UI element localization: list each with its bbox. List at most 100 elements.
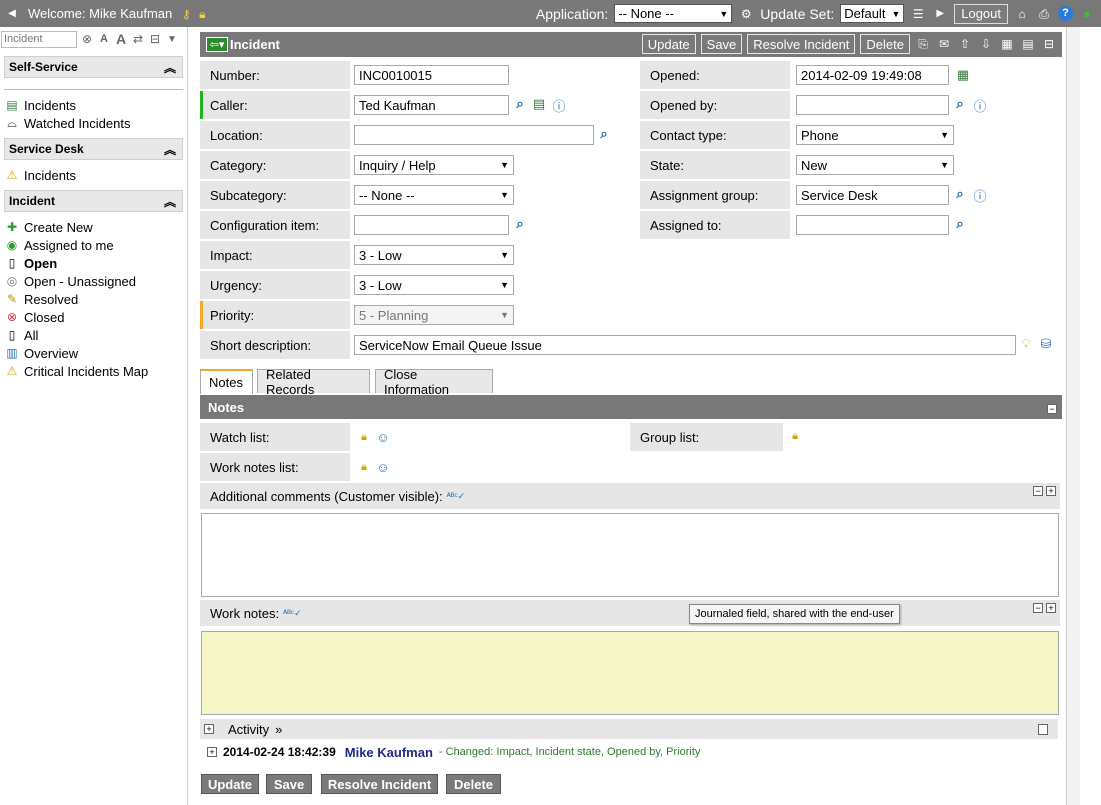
opened-field[interactable]: 2014-02-09 19:49:08 — [796, 65, 949, 85]
opened-by-info-icon[interactable]: ⓘ — [972, 97, 988, 114]
impersonate-key-icon[interactable]: ⚷ — [178, 6, 194, 22]
collapse-all-icon[interactable]: ⊟ — [148, 32, 162, 46]
print-icon[interactable]: ⎙ — [1036, 6, 1052, 22]
nav-item-service-desk-incidents[interactable]: ⚠ Incidents — [0, 166, 187, 184]
activity-more-icon[interactable]: » — [275, 722, 282, 737]
work-notes-expand-icon[interactable]: + — [1046, 603, 1056, 613]
arrow-up-icon[interactable]: ⇧ — [957, 36, 973, 52]
nav-item-open[interactable]: ▯ Open — [0, 254, 187, 272]
spellcheck-icon[interactable]: ᴬᴮᶜ✓ — [283, 608, 302, 619]
assigned-to-field[interactable] — [796, 215, 949, 235]
nav-filter-input[interactable]: Incident — [1, 30, 77, 48]
collapse-chevron-icon[interactable]: ︽ — [164, 193, 176, 210]
bottom-save-button[interactable]: Save — [266, 774, 312, 794]
collapse-chevron-icon[interactable]: ︽ — [164, 59, 176, 76]
bottom-delete-button[interactable]: Delete — [446, 774, 501, 794]
assignment-group-info-icon[interactable]: ⓘ — [972, 187, 988, 204]
logout-button[interactable]: Logout — [954, 3, 1008, 24]
additional-comments-textarea[interactable] — [201, 513, 1059, 597]
priority-select[interactable]: 5 - Planning ▼ — [354, 305, 514, 325]
refresh-icon[interactable]: ⇄ — [131, 32, 145, 46]
update-set-list-icon[interactable]: ☰ — [910, 6, 926, 22]
caller-info-icon[interactable]: ⓘ — [551, 97, 567, 114]
location-field[interactable] — [354, 125, 594, 145]
comments-shrink-icon[interactable]: − — [1033, 486, 1043, 496]
save-button[interactable]: Save — [700, 34, 743, 54]
activity-expand-icon[interactable]: + — [204, 724, 214, 734]
font-small-icon[interactable]: A — [97, 33, 111, 45]
suggestion-bulb-icon[interactable]: 💡︎ — [1018, 336, 1034, 352]
knowledge-search-icon[interactable]: ⛁ — [1038, 336, 1054, 352]
assignment-group-field[interactable]: Service Desk — [796, 185, 949, 205]
nav-section-service-desk[interactable]: Service Desk ︽ — [4, 138, 183, 160]
nav-section-self-service[interactable]: Self-Service ︽ — [4, 56, 183, 78]
watch-list-lock-icon[interactable]: 🔒︎ — [356, 429, 372, 445]
play-icon[interactable]: ▶ — [932, 6, 948, 22]
nav-item-open-unassigned[interactable]: ◎ Open - Unassigned — [0, 272, 187, 290]
back-arrow-icon[interactable]: ⇦▾ — [206, 37, 228, 52]
assignment-group-search-icon[interactable]: ⌕ — [952, 186, 968, 202]
application-settings-icon[interactable]: ⚙ — [738, 6, 754, 22]
calendar-icon[interactable]: ▦ — [999, 36, 1015, 52]
bottom-resolve-incident-button[interactable]: Resolve Incident — [321, 774, 438, 794]
impact-select[interactable]: 3 - Low ▼ — [354, 245, 514, 265]
group-list-lock-icon[interactable]: 🔒︎ — [787, 428, 803, 444]
update-set-select[interactable]: Default ▼ — [840, 4, 905, 23]
subcategory-select[interactable]: -- None -- ▼ — [354, 185, 514, 205]
nav-item-critical-incidents-map[interactable]: ⚠ Critical Incidents Map — [0, 362, 187, 380]
work-notes-textarea[interactable] — [201, 631, 1059, 715]
resolve-incident-button[interactable]: Resolve Incident — [747, 34, 856, 54]
category-select[interactable]: Inquiry / Help ▼ — [354, 155, 514, 175]
activity-entry-expand-icon[interactable]: + — [207, 747, 217, 757]
status-icon[interactable]: ● — [1079, 6, 1095, 22]
configuration-item-field[interactable] — [354, 215, 509, 235]
assigned-to-search-icon[interactable]: ⌕ — [952, 216, 968, 232]
collapse-icon[interactable]: ⊟ — [1041, 36, 1057, 52]
tab-related-records[interactable]: Related Records — [257, 367, 370, 397]
collapse-chevron-icon[interactable]: ︽ — [164, 141, 176, 158]
nav-item-resolved[interactable]: ✎ Resolved — [0, 290, 187, 308]
caller-field[interactable]: Ted Kaufman — [354, 95, 509, 115]
nav-item-overview[interactable]: ▥ Overview — [0, 344, 187, 362]
vertical-scrollbar[interactable] — [1066, 27, 1080, 805]
work-notes-shrink-icon[interactable]: − — [1033, 603, 1043, 613]
nav-item-closed[interactable]: ⊗ Closed — [0, 308, 187, 326]
contact-type-select[interactable]: Phone ▼ — [796, 125, 954, 145]
tab-notes[interactable]: Notes — [200, 369, 253, 394]
home-icon[interactable]: ⌂ — [1014, 6, 1030, 22]
clear-filter-icon[interactable]: ⊗ — [80, 32, 94, 46]
delete-button[interactable]: Delete — [860, 34, 910, 54]
nav-item-incidents[interactable]: ▤ Incidents — [0, 96, 187, 114]
help-icon[interactable]: ? — [1058, 6, 1073, 21]
bottom-update-button[interactable]: Update — [201, 774, 259, 794]
urgency-select[interactable]: 3 - Low ▼ — [354, 275, 514, 295]
lock-icon[interactable]: 🔒︎ — [194, 6, 210, 22]
application-select[interactable]: -- None -- ▼ — [614, 4, 733, 23]
font-large-icon[interactable]: A — [114, 31, 128, 47]
opened-by-search-icon[interactable]: ⌕ — [952, 96, 968, 112]
nav-item-watched-incidents[interactable]: ⌓ Watched Incidents — [0, 114, 187, 132]
arrow-down-icon[interactable]: ⇩ — [978, 36, 994, 52]
layout-icon[interactable]: ▤ — [1020, 36, 1036, 52]
spellcheck-icon[interactable]: ᴬᴮᶜ✓ — [447, 491, 466, 502]
email-icon[interactable]: ✉ — [936, 36, 952, 52]
collapse-nav-icon[interactable]: ◀ — [4, 6, 20, 22]
nav-item-all[interactable]: ▯ All — [0, 326, 187, 344]
nav-item-create-new[interactable]: ✚ Create New — [0, 218, 187, 236]
attachment-icon[interactable]: ⎘ — [915, 36, 931, 52]
state-select[interactable]: New ▼ — [796, 155, 954, 175]
location-search-icon[interactable]: ⌕ — [596, 126, 612, 142]
comments-expand-icon[interactable]: + — [1046, 486, 1056, 496]
work-notes-list-add-me-icon[interactable]: ☺ — [375, 459, 391, 475]
update-button[interactable]: Update — [641, 34, 696, 54]
configuration-item-search-icon[interactable]: ⌕ — [512, 216, 528, 232]
opened-by-field[interactable] — [796, 95, 949, 115]
work-notes-list-lock-icon[interactable]: 🔒︎ — [356, 459, 372, 475]
number-field[interactable]: INC0010015 — [354, 65, 509, 85]
activity-window-icon[interactable] — [1038, 724, 1048, 735]
nav-section-incident[interactable]: Incident ︽ — [4, 190, 183, 212]
short-description-field[interactable]: ServiceNow Email Queue Issue — [354, 335, 1016, 355]
nav-item-assigned-to-me[interactable]: ◉ Assigned to me — [0, 236, 187, 254]
watch-list-add-me-icon[interactable]: ☺ — [375, 429, 391, 445]
opened-calendar-icon[interactable]: ▦ — [955, 67, 971, 83]
